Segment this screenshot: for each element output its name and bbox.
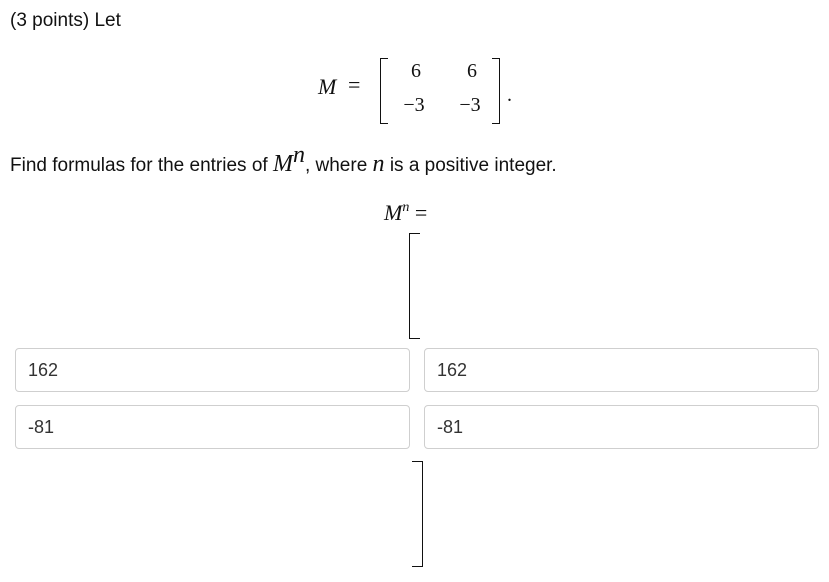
answer-entry-1-1[interactable] — [15, 348, 410, 392]
prompt-math-var: n — [372, 151, 385, 177]
prompt-text-after: is a positive integer. — [384, 155, 557, 176]
answer-entry-2-2[interactable] — [424, 405, 819, 449]
prompt-text-before: Find formulas for the entries of — [10, 155, 273, 176]
matrix-entry-1-1: 6 — [411, 60, 421, 82]
answer-right-bracket — [412, 461, 423, 567]
answer-entry-1-2[interactable] — [424, 348, 819, 392]
matrix-right-bracket — [492, 58, 500, 124]
matrix-period: . — [507, 84, 512, 106]
equals-sign: = — [348, 72, 361, 97]
result-exponent: n — [402, 200, 410, 215]
result-base: M — [384, 200, 403, 225]
result-equals: = — [414, 200, 428, 225]
prompt-math-exponent: n — [292, 142, 305, 168]
prompt-text-middle: , where — [304, 155, 373, 176]
matrix-entry-1-2: 6 — [467, 60, 477, 82]
matrix-entry-2-1: −3 — [403, 94, 425, 116]
matrix-m-definition: M = 6 6 −3 −3 . — [318, 56, 523, 126]
matrix-entry-2-2: −3 — [459, 94, 481, 116]
result-label: Mn = — [384, 200, 427, 226]
answer-left-bracket — [409, 233, 420, 339]
matrix-left-bracket — [380, 58, 388, 124]
matrix-symbol: M — [318, 74, 337, 99]
problem-prompt: Find formulas for the entries of Mn, whe… — [10, 142, 557, 179]
prompt-math-base: M — [272, 151, 293, 177]
answer-entry-2-1[interactable] — [15, 405, 410, 449]
problem-header: (3 points) Let — [10, 10, 121, 31]
